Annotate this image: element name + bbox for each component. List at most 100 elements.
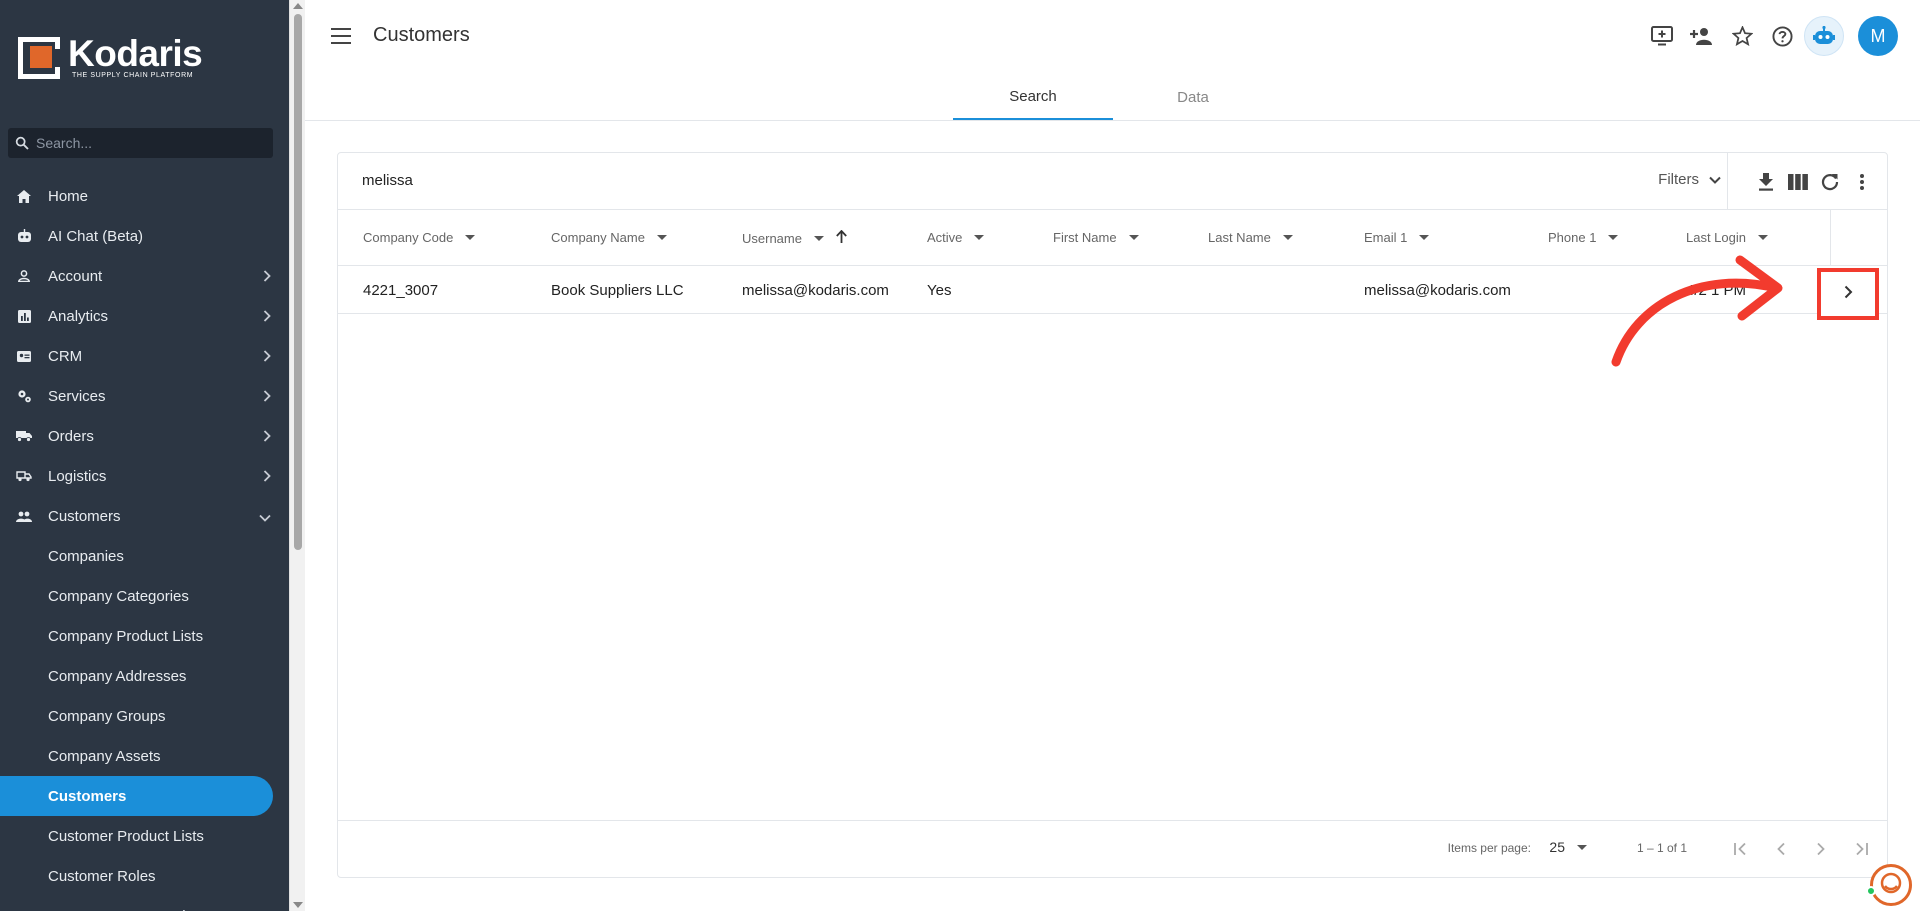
robot-icon	[16, 228, 32, 244]
logo-mark-icon	[18, 36, 62, 79]
col-label: Username	[742, 230, 802, 246]
sidebar-item-label: CRM	[48, 347, 83, 365]
chevron-right-icon	[263, 349, 271, 366]
first-page-icon[interactable]	[1729, 837, 1753, 861]
sidebar-item-label: Orders	[48, 427, 94, 445]
sidebar-subitem-company-addresses[interactable]: Company Addresses	[0, 656, 289, 696]
sort-caret-icon[interactable]	[465, 235, 476, 240]
page-range: 1 – 1 of 1	[1636, 841, 1687, 855]
gears-icon	[16, 388, 32, 404]
sidebar-search-input[interactable]	[36, 135, 256, 151]
next-page-icon[interactable]	[1809, 837, 1833, 861]
scroll-up-arrow-icon[interactable]	[293, 3, 303, 9]
search-input[interactable]: melissa	[362, 172, 413, 189]
table-row[interactable]: 4221_3007 Book Suppliers LLC melissa@kod…	[338, 266, 1887, 320]
items-per-page-select[interactable]: 25	[1549, 839, 1587, 855]
open-row-button[interactable]	[1817, 268, 1879, 320]
col-active[interactable]: Active	[927, 230, 985, 245]
help-icon[interactable]	[1762, 16, 1802, 56]
robot-icon[interactable]	[1804, 16, 1844, 56]
col-username[interactable]: Username	[742, 229, 847, 246]
toolbar-actions	[1753, 169, 1875, 195]
page-title: Customers	[373, 24, 470, 46]
chevron-right-icon	[263, 469, 271, 486]
tab-search[interactable]: Search	[953, 74, 1113, 120]
scroll-down-arrow-icon[interactable]	[293, 902, 303, 908]
scroll-thumb[interactable]	[294, 14, 302, 550]
col-last-name[interactable]: Last Name	[1208, 230, 1293, 245]
col-phone-1[interactable]: Phone 1	[1548, 230, 1619, 245]
items-per-page-label: Items per page:	[1447, 841, 1531, 855]
sort-caret-icon[interactable]	[974, 235, 985, 240]
col-label: Company Name	[551, 230, 645, 245]
sidebar-subitem-company-groups[interactable]: Company Groups	[0, 696, 289, 736]
sidebar-subitem-company-product-lists[interactable]: Company Product Lists	[0, 616, 289, 656]
customers-table-card: melissa Filters Company Code Company Nam…	[337, 152, 1888, 878]
previous-page-icon[interactable]	[1769, 837, 1793, 861]
sidebar-item-crm[interactable]: CRM	[0, 336, 289, 376]
cell-active: Yes	[927, 282, 952, 299]
table-paginator: Items per page: 25 1 – 1 of 1	[338, 820, 1887, 877]
sidebar-item-label: Customers	[48, 507, 121, 525]
sidebar-item-label: Logistics	[48, 467, 107, 485]
sidebar-item-orders[interactable]: Orders	[0, 416, 289, 456]
sort-caret-icon[interactable]	[1758, 235, 1768, 240]
filters-button[interactable]: Filters	[1658, 171, 1721, 188]
add-screen-icon[interactable]	[1642, 16, 1682, 56]
filters-label: Filters	[1658, 171, 1699, 188]
sidebar-subitem-customer-product-lists[interactable]: Customer Product Lists	[0, 816, 289, 856]
top-bar: Customers M Search Data	[305, 0, 1920, 121]
header-actions: M	[1642, 16, 1898, 56]
col-label: Email 1	[1364, 230, 1408, 245]
sidebar-subitem-company-assets[interactable]: Company Assets	[0, 736, 289, 776]
cell-email-1: melissa@kodaris.com	[1364, 282, 1511, 299]
kodaris-logo[interactable]: Kodaris THE SUPPLY CHAIN PLATFORM	[18, 35, 203, 79]
download-icon[interactable]	[1753, 169, 1779, 195]
sidebar-item-ai-chat[interactable]: AI Chat (Beta)	[0, 216, 289, 256]
delivery-icon	[16, 468, 32, 484]
menu-icon[interactable]	[331, 28, 351, 44]
sidebar-item-services[interactable]: Services	[0, 376, 289, 416]
sidebar-subitem-companies[interactable]: Companies	[0, 536, 289, 576]
more-vert-icon[interactable]	[1849, 169, 1875, 195]
sidebar-item-analytics[interactable]: Analytics	[0, 296, 289, 336]
col-company-name[interactable]: Company Name	[551, 230, 667, 245]
chevron-right-icon	[263, 389, 271, 406]
refresh-icon[interactable]	[1817, 169, 1843, 195]
sidebar-subitem-customer-group-rules[interactable]: Customer Group Rules	[0, 896, 289, 911]
col-label: Phone 1	[1548, 230, 1597, 245]
sort-caret-icon[interactable]	[1128, 235, 1139, 240]
table-header: Company Code Company Name Username Activ…	[338, 210, 1887, 266]
sidebar-scrollbar[interactable]	[289, 0, 305, 911]
sidebar-item-home[interactable]: Home	[0, 176, 289, 216]
sidebar-item-label: Analytics	[48, 307, 109, 325]
truck-icon	[16, 428, 32, 444]
sidebar-item-logistics[interactable]: Logistics	[0, 456, 289, 496]
sidebar-item-label: Services	[48, 387, 106, 405]
sidebar-item-customers[interactable]: Customers	[0, 496, 289, 536]
add-person-icon[interactable]	[1682, 16, 1722, 56]
col-label: Company Code	[363, 230, 454, 245]
person-icon	[16, 268, 32, 284]
sort-caret-icon[interactable]	[1282, 235, 1293, 240]
tab-data[interactable]: Data	[1113, 74, 1273, 120]
sidebar-item-account[interactable]: Account	[0, 256, 289, 296]
sidebar-subitem-customers[interactable]: Customers	[0, 776, 273, 816]
sidebar-subitem-customer-roles[interactable]: Customer Roles	[0, 856, 289, 896]
sidebar-subitem-company-categories[interactable]: Company Categories	[0, 576, 289, 616]
last-page-icon[interactable]	[1849, 837, 1873, 861]
col-email-1[interactable]: Email 1	[1364, 230, 1430, 245]
chevron-right-icon	[263, 309, 271, 326]
col-company-code[interactable]: Company Code	[363, 230, 476, 245]
columns-icon[interactable]	[1785, 169, 1811, 195]
star-icon[interactable]	[1722, 16, 1762, 56]
col-label: First Name	[1053, 230, 1117, 245]
sort-caret-icon[interactable]	[656, 235, 667, 240]
col-first-name[interactable]: First Name	[1053, 230, 1139, 245]
sort-caret-icon[interactable]	[1419, 235, 1430, 240]
support-chat-button[interactable]	[1870, 864, 1912, 906]
sort-caret-icon[interactable]	[1608, 235, 1619, 240]
sort-caret-icon[interactable]	[813, 235, 824, 241]
col-last-login[interactable]: Last Login	[1686, 230, 1768, 245]
avatar[interactable]: M	[1858, 16, 1898, 56]
